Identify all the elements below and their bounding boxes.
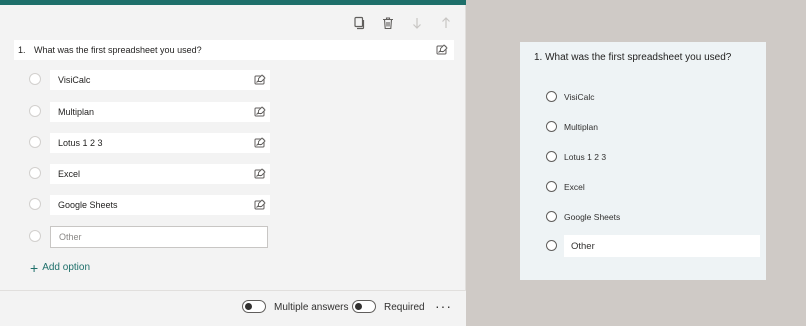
- other-option-placeholder: Other: [59, 232, 82, 242]
- add-option-button[interactable]: + Add option: [30, 259, 91, 276]
- option-row: Multiplan: [24, 102, 270, 122]
- preview-option-label: Lotus 1 2 3: [564, 151, 607, 162]
- option-row: VisiCalc: [24, 70, 270, 90]
- option-field[interactable]: Google Sheets: [50, 195, 270, 215]
- radio-button: [29, 105, 41, 117]
- preview-option-label: VisiCalc: [564, 91, 595, 102]
- required-label: Required: [384, 302, 425, 313]
- insert-media-icon[interactable]: [254, 105, 266, 123]
- preview-option-label: Multiplan: [564, 121, 599, 132]
- option-row: Lotus 1 2 3: [24, 133, 270, 153]
- copy-icon[interactable]: [350, 14, 367, 31]
- arrow-down-icon[interactable]: [408, 14, 425, 31]
- other-option-row: Other: [24, 226, 270, 248]
- question-footer: Multiple answers Required ···: [0, 290, 466, 326]
- radio-button[interactable]: [546, 211, 557, 222]
- option-field[interactable]: Lotus 1 2 3: [50, 133, 270, 153]
- option-label[interactable]: Lotus 1 2 3: [58, 138, 103, 148]
- option-row: Excel: [24, 164, 270, 184]
- option-field[interactable]: VisiCalc: [50, 70, 270, 90]
- radio-button[interactable]: [546, 91, 557, 102]
- preview-option[interactable]: Lotus 1 2 3: [546, 151, 606, 162]
- more-options-icon[interactable]: ···: [435, 298, 452, 314]
- arrow-up-icon[interactable]: [437, 14, 454, 31]
- radio-button: [29, 230, 41, 242]
- radio-button[interactable]: [546, 151, 557, 162]
- preview-question-title: 1. What was the first spreadsheet you us…: [534, 52, 732, 63]
- insert-media-icon[interactable]: [254, 73, 266, 91]
- preview-option[interactable]: Excel: [546, 181, 585, 192]
- preview-option-label: Google Sheets: [564, 211, 621, 222]
- question-number: 1.: [18, 45, 26, 55]
- question-editor-card: 1. What was the first spreadsheet you us…: [0, 0, 466, 326]
- preview-option-label: Excel: [564, 181, 585, 192]
- radio-button: [29, 167, 41, 179]
- question-preview-card: 1. What was the first spreadsheet you us…: [520, 42, 766, 280]
- multiple-answers-label: Multiple answers: [274, 302, 349, 313]
- option-field[interactable]: Multiplan: [50, 102, 270, 122]
- preview-option[interactable]: VisiCalc: [546, 91, 595, 102]
- insert-media-icon[interactable]: [436, 43, 448, 61]
- accent-bar: [0, 0, 466, 5]
- preview-other-option[interactable]: [546, 240, 557, 251]
- option-label[interactable]: VisiCalc: [58, 75, 90, 85]
- option-field[interactable]: Excel: [50, 164, 270, 184]
- radio-button: [29, 73, 41, 85]
- preview-other-label: Other: [571, 240, 595, 252]
- preview-other-field[interactable]: Other: [564, 235, 760, 257]
- question-toolbar: [350, 14, 454, 31]
- preview-option[interactable]: Multiplan: [546, 121, 598, 132]
- option-row: Google Sheets: [24, 195, 270, 215]
- radio-button[interactable]: [546, 181, 557, 192]
- other-option-field[interactable]: Other: [50, 226, 268, 248]
- multiple-answers-toggle[interactable]: [242, 300, 266, 313]
- question-text[interactable]: What was the first spreadsheet you used?: [34, 45, 454, 55]
- preview-option[interactable]: Google Sheets: [546, 211, 620, 222]
- option-label[interactable]: Google Sheets: [58, 200, 118, 210]
- insert-media-icon[interactable]: [254, 136, 266, 154]
- radio-button: [29, 198, 41, 210]
- radio-button[interactable]: [546, 240, 557, 251]
- add-option-label: Add option: [42, 262, 91, 273]
- insert-media-icon[interactable]: [254, 198, 266, 216]
- option-label[interactable]: Excel: [58, 169, 80, 179]
- radio-button[interactable]: [546, 121, 557, 132]
- option-label[interactable]: Multiplan: [58, 107, 94, 117]
- question-title-field[interactable]: 1. What was the first spreadsheet you us…: [14, 40, 454, 60]
- insert-media-icon[interactable]: [254, 167, 266, 185]
- radio-button: [29, 136, 41, 148]
- delete-icon[interactable]: [379, 14, 396, 31]
- required-toggle[interactable]: [352, 300, 376, 313]
- plus-icon: +: [30, 259, 39, 276]
